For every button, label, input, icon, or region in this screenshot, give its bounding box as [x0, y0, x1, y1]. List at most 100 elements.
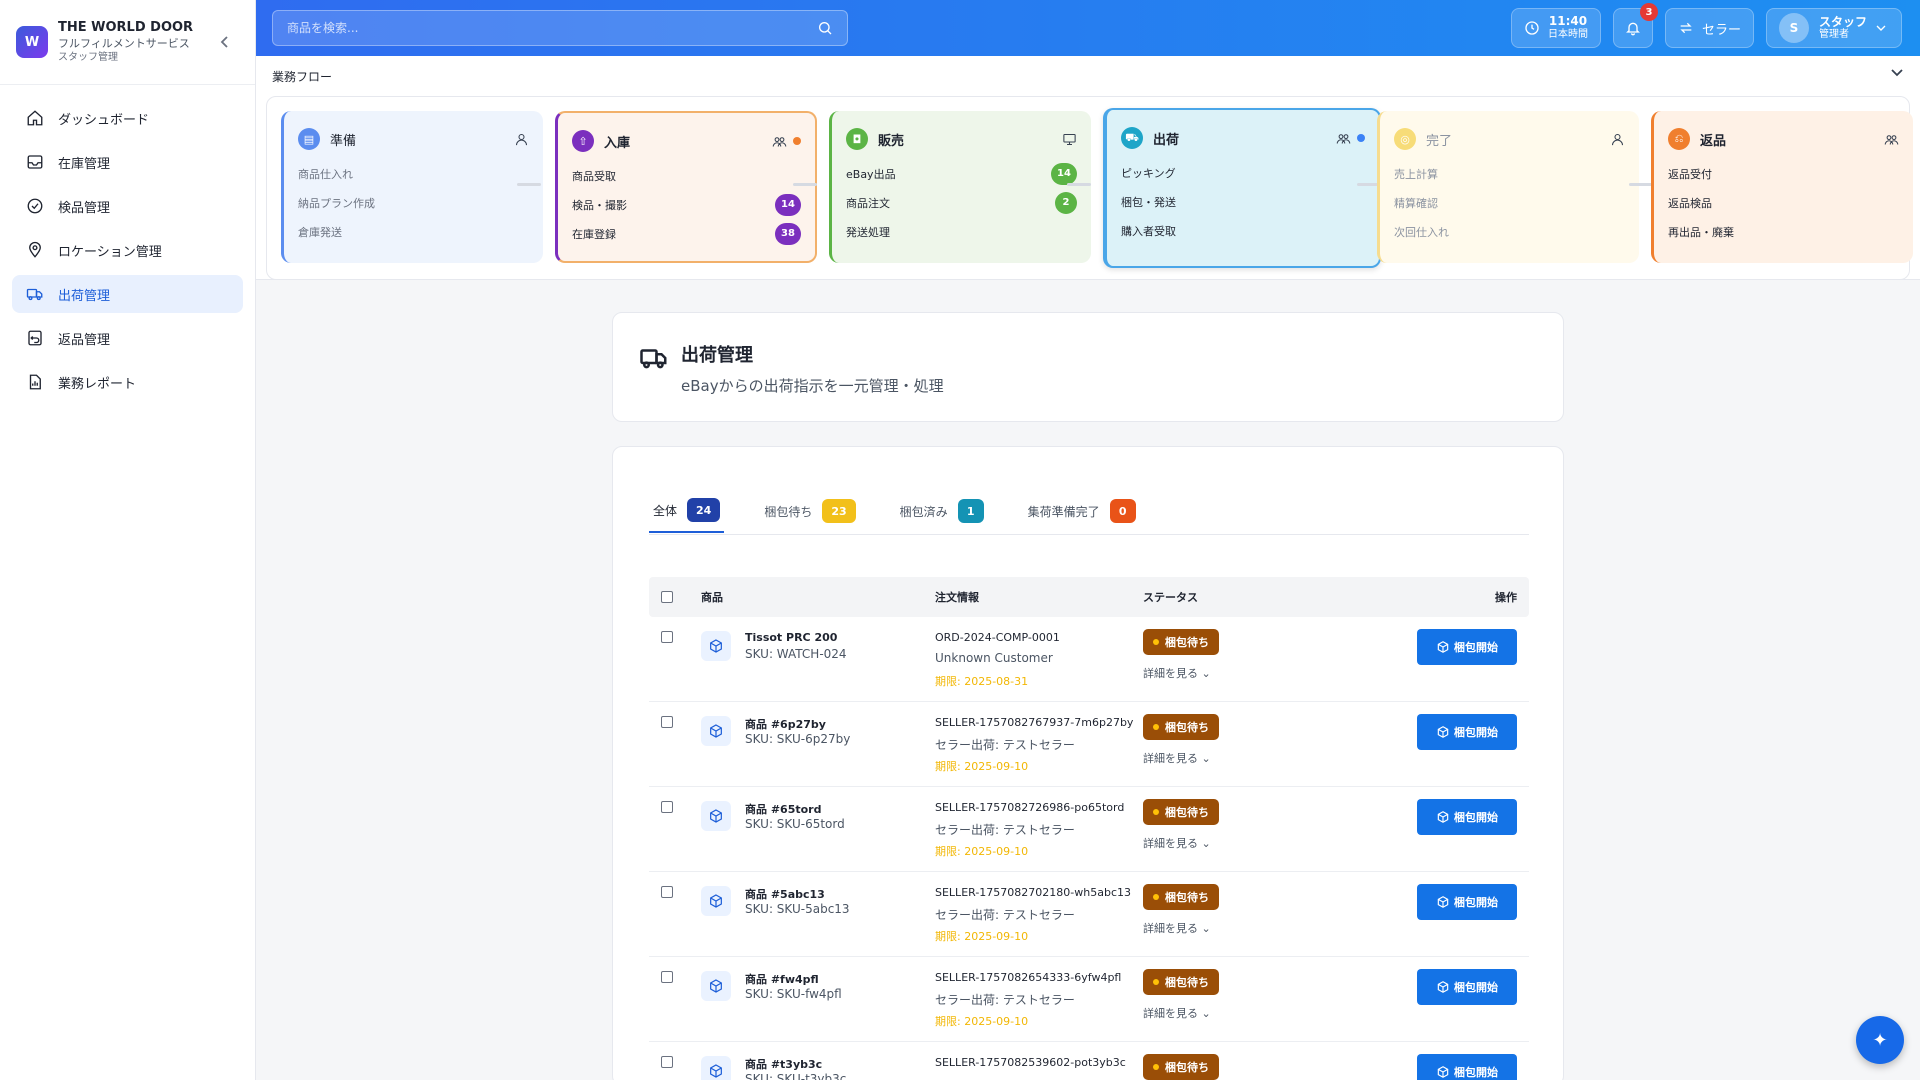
product-thumb [701, 631, 731, 661]
product-sku: SKU: SKU-65tord [745, 817, 845, 831]
stage-card-receiving[interactable]: ⇧ 入庫 商品受取 検品・撮影 14 在庫登録 38 [555, 111, 817, 263]
sidebar-item-label: 業務レポート [58, 376, 137, 392]
home-icon [27, 110, 43, 126]
stage-connector [517, 183, 541, 186]
view-details-link[interactable]: 詳細を見る ⌄ [1143, 920, 1211, 936]
status-badge: 梱包待ち [1143, 714, 1219, 740]
team-icon [1884, 134, 1899, 145]
start-packing-label: 梱包開始 [1454, 1067, 1498, 1079]
order-due-date: 期限: 2025-09-10 [935, 760, 1029, 773]
package-icon [1437, 811, 1449, 823]
row-checkbox[interactable] [661, 631, 673, 643]
status-dot [793, 137, 801, 145]
truck-icon [640, 349, 667, 369]
sidebar-item-inventory[interactable]: 在庫管理 [12, 143, 243, 181]
stage-title: 出荷 [1153, 132, 1180, 148]
user-menu[interactable]: S スタッフ 管理者 [1766, 8, 1902, 48]
row-checkbox[interactable] [661, 716, 673, 728]
tab-awaiting-packing[interactable]: 梱包待ち 23 [760, 489, 859, 533]
row-checkbox[interactable] [661, 886, 673, 898]
order-id: SELLER-1757082726986-po65tord [935, 801, 1125, 814]
step-count: 2 [1055, 191, 1077, 214]
start-packing-button[interactable]: 梱包開始 [1417, 969, 1517, 1005]
table-header: 商品 注文情報 ステータス 操作 [649, 577, 1529, 617]
search-input[interactable] [287, 21, 817, 35]
user-name: スタッフ [1819, 14, 1868, 29]
start-packing-button[interactable]: 梱包開始 [1417, 629, 1517, 665]
tab-label: 集荷準備完了 [1027, 504, 1100, 519]
sidebar-item-reports[interactable]: 業務レポート [12, 363, 243, 401]
stage-connector [1629, 183, 1653, 186]
status-label: 梱包待ち [1165, 1061, 1209, 1074]
view-details-link[interactable]: 詳細を見る ⌄ [1143, 1005, 1211, 1021]
stage-card-prepare[interactable]: ▤ 準備 商品仕入れ 納品プラン作成 倉庫発送 [281, 111, 543, 263]
order-id: ORD-2024-COMP-0001 [935, 631, 1060, 644]
tab-all[interactable]: 全体 24 [649, 489, 725, 533]
product-thumb [701, 971, 731, 1001]
view-details-link[interactable]: 詳細を見る ⌄ [1143, 665, 1211, 681]
chevron-left-icon [220, 36, 228, 48]
product-name: 商品 #t3yb3c [745, 1058, 823, 1071]
status-label: 梱包待ち [1165, 976, 1209, 989]
package-icon [1437, 896, 1449, 908]
start-packing-button[interactable]: 梱包開始 [1417, 884, 1517, 920]
stage-step: 再出品・廃棄 [1668, 225, 1734, 239]
row-checkbox[interactable] [661, 1056, 673, 1068]
swap-icon [1680, 22, 1692, 34]
search-icon[interactable] [817, 20, 833, 36]
stage-card-returns[interactable]: ⎌ 返品 返品受付 返品検品 再出品・廃棄 [1651, 111, 1913, 263]
row-checkbox[interactable] [661, 801, 673, 813]
notifications-button[interactable]: 3 [1612, 3, 1658, 48]
status-dot [1153, 979, 1159, 985]
sidebar-item-label: ロケーション管理 [58, 244, 162, 260]
status-dot [1153, 894, 1159, 900]
order-customer: Unknown Customer [935, 651, 1053, 665]
shipping-list-card: 全体 24 梱包待ち 23 梱包済み 1 集荷準備完了 0 商品 注文情報 ステ… [612, 446, 1564, 1080]
start-packing-label: 梱包開始 [1454, 727, 1498, 739]
stage-card-complete[interactable]: ◎ 完了 売上計算 精算確認 次回仕入れ [1377, 111, 1639, 263]
tab-label: 全体 [653, 503, 678, 518]
status-badge: 梱包待ち [1143, 799, 1219, 825]
tab-label: 梱包済み [899, 504, 948, 519]
package-icon [1437, 726, 1449, 738]
stage-title: 販売 [878, 133, 905, 149]
workflow-header[interactable]: 業務フロー [256, 56, 1920, 96]
sidebar-item-dashboard[interactable]: ダッシュボード [12, 99, 243, 137]
start-packing-label: 梱包開始 [1454, 897, 1498, 909]
tab-count-badge: 1 [957, 499, 984, 523]
start-packing-button[interactable]: 梱包開始 [1417, 1054, 1517, 1080]
status-dot [1153, 1064, 1159, 1070]
product-sku: SKU: WATCH-024 [745, 647, 847, 661]
chevron-down-icon [1876, 25, 1886, 31]
sidebar: W THE WORLD DOOR フルフィルメントサービス スタッフ管理 ダッシ… [0, 0, 256, 1080]
stage-card-sales[interactable]: ◘ 販売 eBay出品 14 商品注文 2 発送処理 [829, 111, 1091, 263]
view-details-link[interactable]: 詳細を見る ⌄ [1143, 835, 1211, 851]
sidebar-item-label: 検品管理 [58, 200, 111, 216]
package-icon [710, 979, 722, 993]
table-row: 商品 #5abc13 SKU: SKU-5abc13 SELLER-17570827… [649, 872, 1529, 957]
sidebar-item-shipping[interactable]: 出荷管理 [12, 275, 243, 313]
stage-card-shipping[interactable]: ⛟ 出荷 ピッキング 梱包・発送 購入者受取 [1103, 108, 1381, 268]
tab-packed[interactable]: 梱包済み 1 [896, 489, 988, 533]
start-packing-button[interactable]: 梱包開始 [1417, 799, 1517, 835]
table-row: 商品 #6p27by SKU: SKU-6p27by SELLER-17570827… [649, 702, 1529, 787]
assistant-fab-button[interactable]: ✦ [1856, 1016, 1904, 1064]
tab-pickup-ready[interactable]: 集荷準備完了 0 [1024, 489, 1140, 533]
stage-step: 在庫登録 38 [572, 219, 801, 248]
tab-count-badge: 23 [822, 499, 856, 523]
row-checkbox[interactable] [661, 971, 673, 983]
status-dot [1153, 724, 1159, 730]
sidebar-item-location[interactable]: ロケーション管理 [12, 231, 243, 269]
start-packing-button[interactable]: 梱包開始 [1417, 714, 1517, 750]
switch-seller-button[interactable]: セラー [1664, 8, 1754, 48]
stage-connector [1067, 183, 1091, 186]
view-details-link[interactable]: 詳細を見る ⌄ [1143, 750, 1211, 766]
status-dot [1357, 134, 1365, 142]
chevron-down-icon[interactable] [1890, 68, 1904, 78]
collapse-sidebar-button[interactable] [215, 32, 235, 52]
status-badge: 梱包待ち [1143, 629, 1219, 655]
stage-step: 精算確認 [1394, 196, 1438, 210]
sidebar-item-returns[interactable]: 返品管理 [12, 319, 243, 357]
select-all-checkbox[interactable] [661, 591, 673, 603]
sidebar-item-inspection[interactable]: 検品管理 [12, 187, 243, 225]
